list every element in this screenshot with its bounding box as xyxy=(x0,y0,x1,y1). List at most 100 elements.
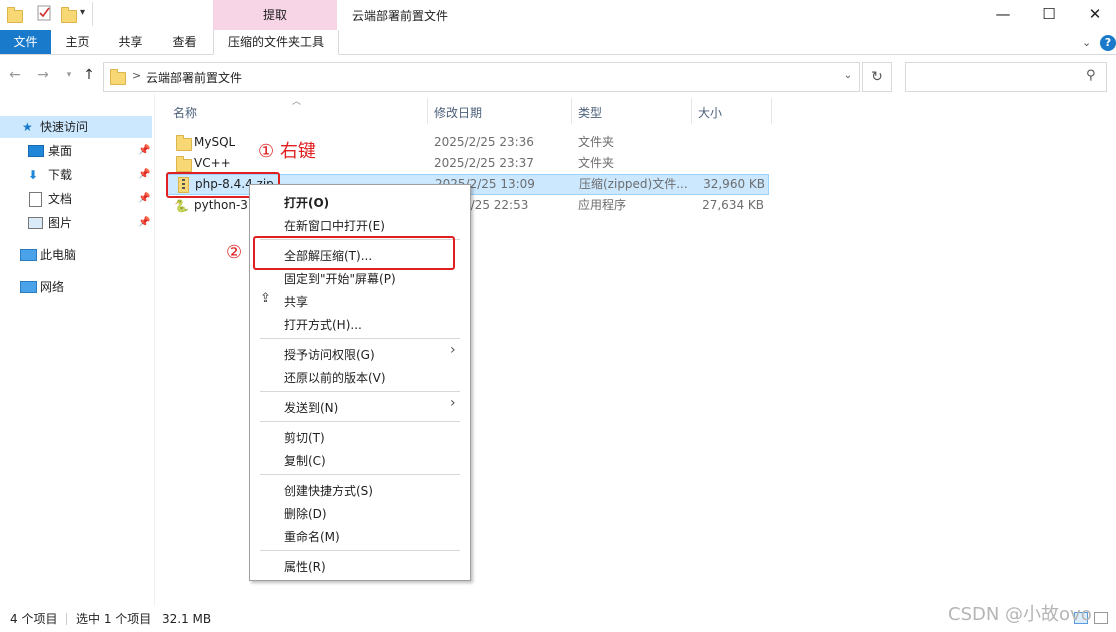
sidebar-item-downloads[interactable]: ⬇ 下载 📌 xyxy=(0,164,152,186)
file-size: 32,960 KB xyxy=(703,177,765,191)
recent-locations-icon[interactable]: ▾ xyxy=(60,66,78,84)
menu-item-rename[interactable]: 重命名(M) xyxy=(284,528,340,545)
column-separator[interactable] xyxy=(427,98,428,124)
menu-item-give-access[interactable]: 授予访问权限(G) xyxy=(284,346,375,363)
close-button[interactable]: ✕ xyxy=(1072,0,1116,30)
menu-item-copy[interactable]: 复制(C) xyxy=(284,452,326,469)
sidebar-item-label: 图片 xyxy=(48,216,73,230)
help-icon[interactable]: ? xyxy=(1100,35,1116,51)
new-folder-icon[interactable] xyxy=(60,6,77,23)
menu-item-open-new-window[interactable]: 在新窗口中打开(E) xyxy=(284,217,385,234)
file-date: 2025/2/25 23:36 xyxy=(434,135,534,149)
sidebar-item-this-pc[interactable]: 此电脑 xyxy=(0,244,152,266)
share-icon: ⇪ xyxy=(260,291,271,306)
python-installer-icon: 🐍 xyxy=(174,199,189,213)
file-type: 压缩(zipped)文件... xyxy=(579,177,688,191)
column-header-name[interactable]: 名称 xyxy=(173,102,423,124)
pin-icon: 📌 xyxy=(138,193,151,204)
tab-share[interactable]: 共享 xyxy=(108,30,153,54)
sidebar-item-label: 桌面 xyxy=(48,144,73,158)
annotation-step1: ① 右键 xyxy=(258,141,316,162)
pin-icon: 📌 xyxy=(138,169,151,180)
column-separator[interactable] xyxy=(571,98,572,124)
tab-home[interactable]: 主页 xyxy=(55,30,100,54)
menu-separator xyxy=(260,338,460,339)
menu-item-delete[interactable]: 删除(D) xyxy=(284,505,327,522)
menu-item-cut[interactable]: 剪切(T) xyxy=(284,429,325,446)
expand-ribbon-icon[interactable]: ⌄ xyxy=(1082,36,1091,49)
sidebar-item-documents[interactable]: 文档 📌 xyxy=(0,188,152,210)
up-arrow-icon[interactable]: ↑ xyxy=(80,66,98,84)
menu-item-properties[interactable]: 属性(R) xyxy=(284,558,326,575)
column-header-size[interactable]: 大小 xyxy=(698,102,768,124)
sidebar-item-label: 网络 xyxy=(40,280,65,294)
file-name: python-3. xyxy=(194,198,252,212)
status-divider xyxy=(66,613,67,625)
sidebar-item-pictures[interactable]: 图片 📌 xyxy=(0,212,152,234)
column-separator[interactable] xyxy=(691,98,692,124)
watermark: CSDN @小故ovo xyxy=(948,604,1092,625)
forward-arrow-icon[interactable]: → xyxy=(34,66,52,84)
menu-item-pin-to-start[interactable]: 固定到"开始"屏幕(P) xyxy=(284,270,396,287)
document-icon xyxy=(29,192,42,207)
sidebar-item-quick-access[interactable]: ★ 快速访问 xyxy=(0,116,152,138)
sidebar-item-label: 文档 xyxy=(48,192,73,206)
large-icons-view-icon[interactable] xyxy=(1094,612,1108,624)
minimize-button[interactable]: — xyxy=(980,0,1026,30)
tab-file[interactable]: 文件 xyxy=(0,30,51,54)
desktop-icon xyxy=(28,145,44,157)
sidebar-item-label: 下载 xyxy=(48,168,73,182)
table-row[interactable]: MySQL 2025/2/25 23:36 文件夹 xyxy=(167,132,767,152)
menu-separator xyxy=(260,421,460,422)
file-date: 2/25 22:53 xyxy=(463,198,529,212)
column-header-type[interactable]: 类型 xyxy=(578,102,688,124)
status-size: 32.1 MB xyxy=(162,612,212,626)
menu-separator xyxy=(260,550,460,551)
star-icon: ★ xyxy=(22,120,33,134)
menu-item-create-shortcut[interactable]: 创建快捷方式(S) xyxy=(284,482,373,499)
sidebar-item-desktop[interactable]: 桌面 📌 xyxy=(0,140,152,162)
chevron-down-icon[interactable]: ⌄ xyxy=(836,62,860,90)
menu-item-open-with[interactable]: 打开方式(H)... xyxy=(284,316,362,333)
folder-icon xyxy=(176,156,192,172)
refresh-icon[interactable]: ↻ xyxy=(862,62,892,92)
search-input[interactable]: ⚲ xyxy=(905,62,1107,92)
back-arrow-icon[interactable]: ← xyxy=(6,66,24,84)
status-item-count: 4 个项目 xyxy=(10,612,58,626)
annotation-box-extract xyxy=(253,236,455,270)
window-title: 云端部署前置文件 xyxy=(352,9,449,23)
customize-toolbar-icon[interactable]: ▾ xyxy=(80,7,85,18)
file-type: 文件夹 xyxy=(578,156,615,170)
menu-item-send-to[interactable]: 发送到(N) xyxy=(284,399,338,416)
column-header-date[interactable]: 修改日期 xyxy=(434,102,564,124)
chevron-right-icon: › xyxy=(450,342,456,358)
menu-item-restore-versions[interactable]: 还原以前的版本(V) xyxy=(284,369,386,386)
file-size: 27,634 KB xyxy=(702,198,764,212)
table-row[interactable]: VC++ 2025/2/25 23:37 文件夹 xyxy=(167,153,767,173)
address-bar[interactable]: > 云端部署前置文件 xyxy=(103,62,860,92)
sidebar-item-network[interactable]: 网络 xyxy=(0,276,152,298)
download-icon: ⬇ xyxy=(28,168,39,182)
pin-icon: 📌 xyxy=(138,217,151,228)
folder-icon xyxy=(110,69,126,85)
computer-icon xyxy=(20,249,37,261)
breadcrumb-separator: > xyxy=(132,69,142,82)
file-name: MySQL xyxy=(194,135,236,149)
tab-view[interactable]: 查看 xyxy=(162,30,207,54)
folder-icon[interactable] xyxy=(6,6,23,23)
search-icon: ⚲ xyxy=(1086,68,1096,83)
pane-divider xyxy=(154,94,155,606)
maximize-button[interactable]: ☐ xyxy=(1026,0,1072,30)
column-separator[interactable] xyxy=(771,98,772,124)
menu-item-open[interactable]: 打开(O) xyxy=(284,194,329,211)
file-date: 2025/2/25 23:37 xyxy=(434,156,534,170)
sidebar-item-label: 此电脑 xyxy=(40,248,77,262)
properties-icon[interactable] xyxy=(36,5,52,21)
contextual-tab-group-extract[interactable]: 提取 xyxy=(213,0,337,30)
tab-compressed-folder-tools[interactable]: 压缩的文件夹工具 xyxy=(213,30,339,55)
status-bar: 4 个项目 选中 1 个项目 32.1 MB xyxy=(0,606,900,632)
network-icon xyxy=(20,281,37,293)
file-name: VC++ xyxy=(194,156,231,170)
menu-item-share[interactable]: 共享 xyxy=(284,293,308,310)
breadcrumb-path[interactable]: 云端部署前置文件 xyxy=(146,69,242,86)
